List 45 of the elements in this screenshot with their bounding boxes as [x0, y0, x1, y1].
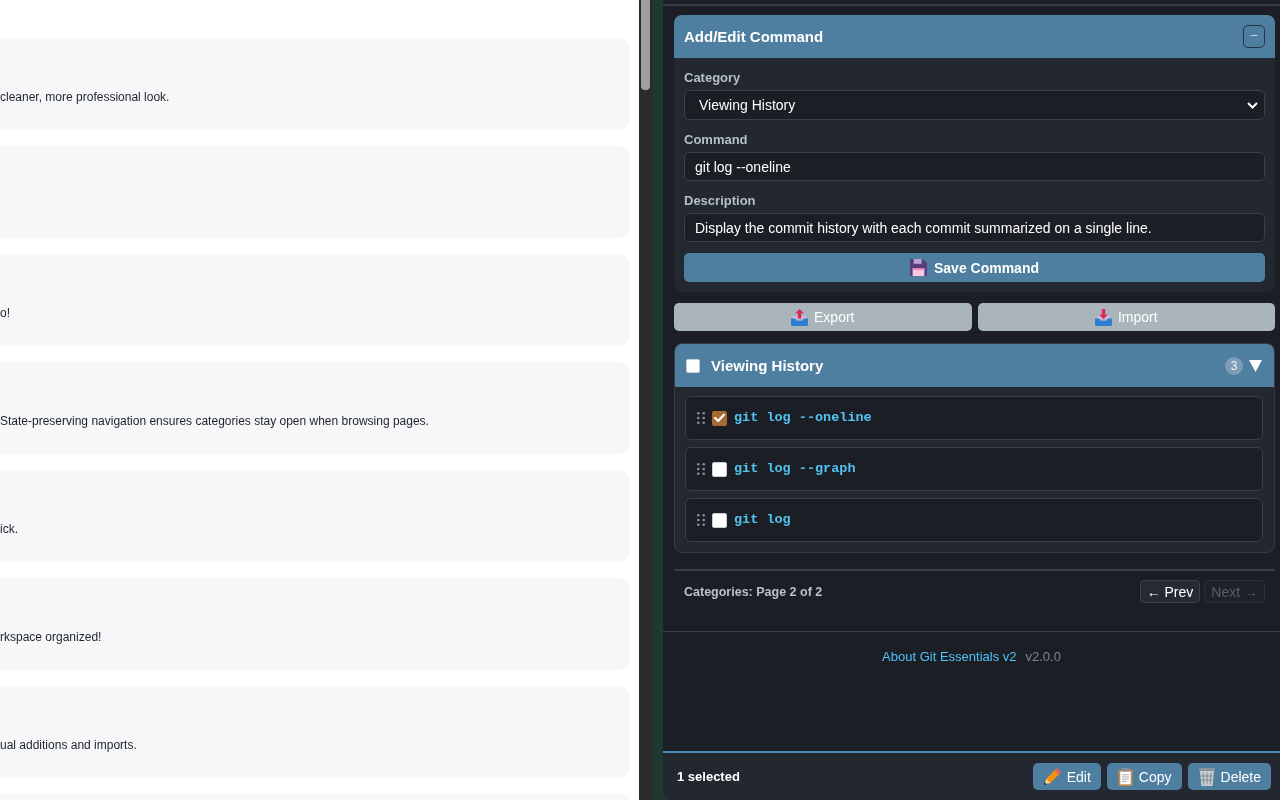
command-text: git log --graph [734, 461, 856, 477]
card-text: o! [0, 305, 10, 321]
card-text: ick. [0, 521, 18, 537]
wastebasket-icon [1198, 767, 1215, 786]
version-text: v2.0.0 [1025, 649, 1061, 665]
page-status: Categories: Page 2 of 2 [684, 583, 823, 600]
selection-count: 1 selected [677, 768, 740, 785]
checkbox[interactable] [712, 410, 727, 426]
category-select[interactable]: Viewing History [684, 90, 1265, 120]
edit-button[interactable]: Edit [1032, 763, 1101, 790]
field-label: Category [684, 70, 741, 86]
collapse-button[interactable]: − [1243, 25, 1265, 48]
field-label: Command [684, 132, 748, 148]
field-label: Description [684, 193, 756, 209]
checkmark-icon [714, 413, 725, 423]
command-row[interactable]: git log [685, 498, 1263, 542]
card-text: cleaner, more professional look. [0, 89, 170, 105]
text-input[interactable]: git log --oneline [684, 152, 1265, 181]
tray-download-icon [1094, 308, 1112, 326]
text-input[interactable]: Display the commit history with each commit summarized on a single line. [684, 213, 1265, 242]
command-text: git log [734, 512, 791, 528]
tray-upload-icon [791, 308, 808, 326]
clipboard-icon [1117, 767, 1133, 786]
copy-button[interactable]: Copy [1106, 763, 1182, 790]
editor-title: Add/Edit Command [684, 27, 824, 46]
delete-button[interactable]: Delete [1187, 763, 1271, 790]
save-button[interactable]: Save Command [684, 253, 1265, 282]
pencil-icon [1043, 768, 1061, 785]
command-row[interactable]: git log --oneline [685, 396, 1263, 440]
card-text: rkspace organized! [0, 629, 102, 645]
command-row[interactable]: git log --graph [685, 447, 1263, 491]
chevron-icon [1247, 101, 1258, 109]
card-text: State-preserving navigation ensures categories stay open when browsing pages. [0, 413, 429, 429]
previous-page-button[interactable]: ← Prev [1139, 580, 1201, 603]
count-badge: 3 [1225, 356, 1243, 375]
drag-handle-icon[interactable] [697, 514, 705, 526]
scrollbar-thumb[interactable] [641, 0, 650, 90]
card-text: ual additions and imports. [0, 737, 137, 753]
category-title: Viewing History [711, 356, 824, 375]
about-link[interactable]: About Git Essentials v2 [882, 649, 1017, 665]
drag-handle-icon[interactable] [697, 412, 705, 424]
command-text: git log --oneline [734, 410, 872, 426]
drag-handle-icon[interactable] [697, 463, 705, 475]
category-header[interactable]: Viewing History 3 [675, 344, 1274, 387]
caret-icon[interactable] [1249, 359, 1262, 372]
